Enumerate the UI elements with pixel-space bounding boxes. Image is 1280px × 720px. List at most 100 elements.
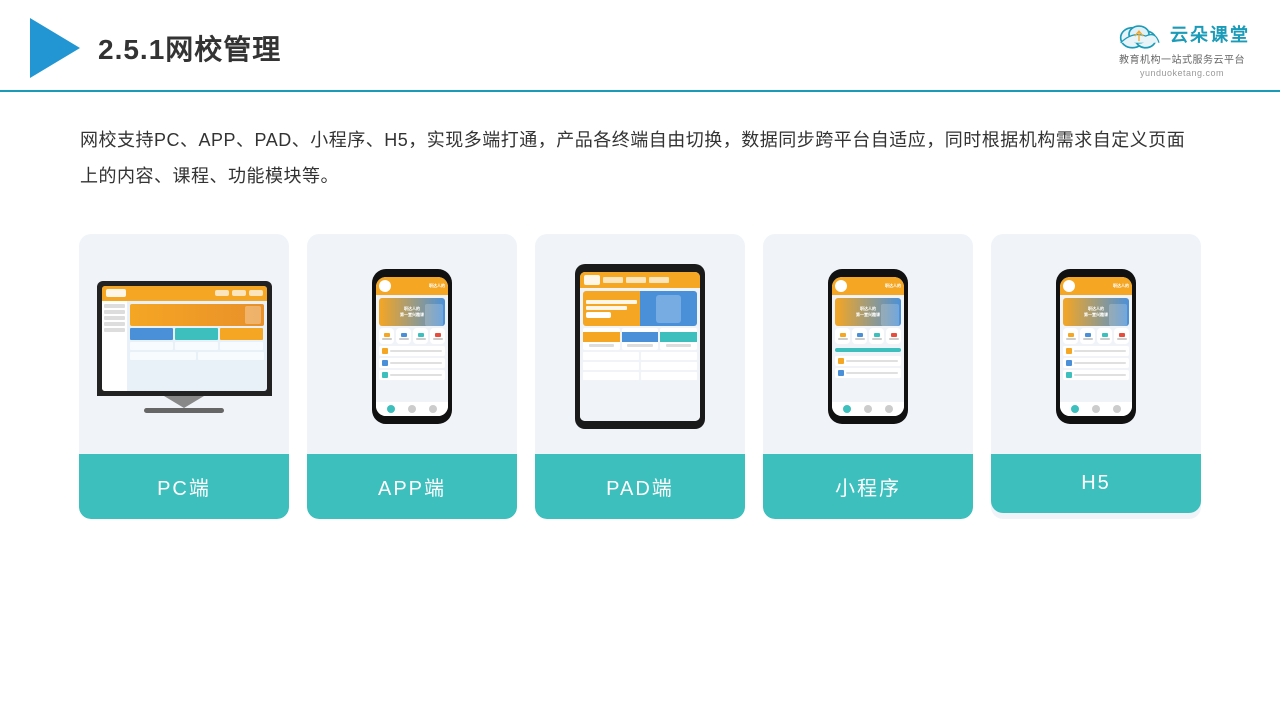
monitor-logo — [106, 289, 126, 297]
footer-item-4 — [130, 352, 196, 360]
phone-figure-h5 — [1109, 304, 1127, 326]
phone-screen-mini: 职达人的 职达人的第一堂兴趣课 — [832, 277, 904, 416]
list-line-h5-1 — [1074, 350, 1126, 352]
phone-mockup-mini: 职达人的 职达人的第一堂兴趣课 — [828, 269, 908, 424]
tablet-cell-2 — [641, 352, 697, 360]
phone-icon-dot-2 — [401, 333, 407, 337]
monitor-nav — [215, 290, 263, 296]
tablet-logo — [584, 275, 600, 285]
phone-bottom-nav-h5 — [1060, 402, 1132, 416]
monitor-base — [144, 408, 224, 413]
card-app: 职达人的 职达人的第一堂兴趣课 — [307, 234, 517, 519]
phone-icon-dot-4 — [435, 333, 441, 337]
phone-screen: 职达人的 职达人的第一堂兴趣课 — [376, 277, 448, 416]
tablet-body — [580, 288, 700, 421]
tablet-figure — [656, 295, 681, 323]
phone-avatar — [379, 280, 391, 292]
tablet-card-color-1 — [583, 332, 620, 342]
tablet-list — [583, 352, 697, 380]
icon-dot-mini-1 — [840, 333, 846, 337]
icon-label-h5-1 — [1066, 338, 1076, 340]
tablet-card-text-3 — [666, 344, 692, 347]
phone-icon-h5-4 — [1114, 328, 1129, 344]
tablet-banner-left — [583, 297, 640, 321]
phone-icon-label-1 — [382, 338, 392, 340]
phone-nav-home-mini — [843, 405, 851, 413]
nav-dot-3 — [249, 290, 263, 296]
tablet-nav-2 — [626, 277, 646, 283]
monitor-main — [127, 301, 267, 391]
phone-list-line-2 — [390, 362, 442, 364]
tablet-card-3 — [660, 328, 697, 350]
cards-container: PC端 职达人的 职达人的第一堂兴趣课 — [0, 204, 1280, 549]
icon-label-mini-2 — [855, 338, 865, 340]
tablet-cards-grid — [583, 328, 697, 350]
phone-list-dot-2 — [382, 360, 388, 366]
card-pad-image — [535, 234, 745, 454]
icon-dot-mini-2 — [857, 333, 863, 337]
phone-list-dot-3 — [382, 372, 388, 378]
monitor-card-2 — [175, 328, 218, 340]
phone-nav-course-h5 — [1092, 405, 1100, 413]
card-h5-image: 职达人的 职达人的第一堂兴趣课 — [991, 234, 1201, 454]
phone-icons-row — [379, 328, 445, 344]
tablet-banner — [583, 291, 697, 326]
phone-banner-h5: 职达人的第一堂兴趣课 — [1063, 298, 1129, 326]
monitor-sidebar — [102, 301, 127, 391]
icon-dot-h5-1 — [1068, 333, 1074, 337]
card-pc-label: PC端 — [79, 454, 289, 519]
phone-icons-row-h5 — [1063, 328, 1129, 344]
phone-icon-4 — [430, 328, 445, 344]
sidebar-item-5 — [104, 328, 125, 332]
list-line-h5-3 — [1074, 374, 1126, 376]
monitor-content — [102, 286, 267, 391]
nav-dot-1 — [215, 290, 229, 296]
phone-notch — [400, 269, 425, 275]
phone-list-h5-3 — [1063, 370, 1129, 380]
card-pc-image — [79, 234, 289, 454]
phone-icon-mini-3 — [869, 328, 884, 344]
phone-list-1 — [379, 346, 445, 356]
logo-triangle-icon — [30, 18, 80, 78]
phone-banner-text-h5: 职达人的第一堂兴趣课 — [1080, 306, 1112, 317]
phone-icon-label-4 — [433, 338, 443, 340]
brand-logo: 云朵课堂 — [1114, 19, 1250, 49]
phone-body-h5: 职达人的第一堂兴趣课 — [1060, 295, 1132, 402]
page-title: 2.5.1网校管理 — [98, 28, 281, 68]
sidebar-item-4 — [104, 322, 125, 326]
footer-item-3 — [220, 342, 263, 350]
monitor-banner-figure — [245, 306, 261, 324]
tablet-cell-1 — [583, 352, 639, 360]
brand-name: 云朵课堂 — [1170, 21, 1250, 47]
phone-nav-course — [408, 405, 416, 413]
monitor-screen — [102, 286, 267, 391]
phone-avatar-mini — [835, 280, 847, 292]
icon-label-h5-3 — [1100, 338, 1110, 340]
phone-icon-1 — [379, 328, 394, 344]
phone-icon-dot-3 — [418, 333, 424, 337]
tablet-banner-right — [640, 295, 697, 323]
card-pc: PC端 — [79, 234, 289, 519]
pc-monitor-wrapper — [97, 281, 272, 413]
phone-list-line-3 — [390, 374, 442, 376]
tablet-cell-3 — [583, 362, 639, 370]
phone-topbar-mini: 职达人的 — [832, 277, 904, 295]
phone-icon-mini-2 — [852, 328, 867, 344]
header-right: 云朵课堂 教育机构一站式服务云平台 yunduoketang.com — [1114, 19, 1250, 78]
tablet-mockup — [575, 264, 705, 429]
tablet-cell-4 — [641, 362, 697, 370]
sidebar-item-2 — [104, 310, 125, 314]
tablet-cell-5 — [583, 372, 639, 380]
phone-icon-label-2 — [399, 338, 409, 340]
card-miniprogram: 职达人的 职达人的第一堂兴趣课 — [763, 234, 973, 519]
monitor-banner — [130, 304, 264, 326]
tablet-card-color-2 — [622, 332, 659, 342]
phone-icon-2 — [396, 328, 411, 344]
tablet-screen — [580, 272, 700, 421]
icon-label-h5-2 — [1083, 338, 1093, 340]
phone-icon-h5-2 — [1080, 328, 1095, 344]
footer-item-2 — [175, 342, 218, 350]
tablet-banner-title — [586, 300, 637, 304]
phone-bottom-nav-mini — [832, 402, 904, 416]
phone-notch-h5 — [1084, 269, 1109, 275]
